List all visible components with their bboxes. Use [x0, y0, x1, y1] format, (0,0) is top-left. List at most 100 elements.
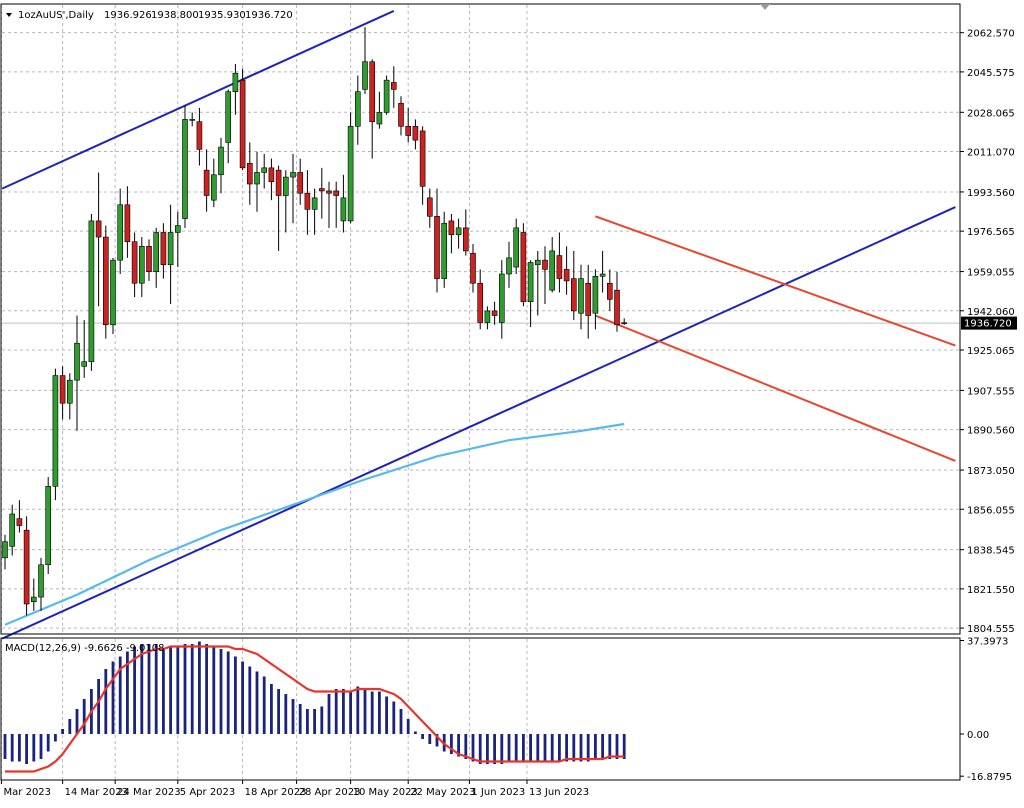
macd-bar: [190, 644, 194, 734]
ohlc-close: 1936.720: [245, 10, 293, 21]
candle-body-bear: [333, 190, 340, 196]
date-label: 2 Mar 2023: [0, 787, 51, 798]
candle-body-bull: [232, 72, 239, 92]
macd-bar: [39, 734, 43, 759]
candle-body-bear: [477, 282, 484, 323]
macd-bar: [493, 734, 496, 764]
ohlc-open: 1936.926: [104, 10, 152, 21]
candle-body-bear: [196, 121, 203, 150]
macd-bar: [313, 709, 316, 734]
price-tick-label: 1804.555: [967, 624, 1015, 635]
candle-body-bull: [549, 250, 556, 291]
candle-body-bear: [412, 126, 419, 141]
candle-body-bull: [383, 79, 390, 113]
candle-body-bull: [225, 91, 231, 143]
price-chart[interactable]: 1ozAuUS',Daily 1936.926 1938.800 1935.93…: [0, 0, 1024, 808]
candle: [347, 112, 354, 224]
candle-body-bull: [139, 246, 145, 284]
macd-bar: [298, 704, 302, 734]
candle-body-bull: [592, 276, 599, 314]
candle-body-bear: [146, 246, 152, 272]
macd-bar: [270, 684, 273, 734]
candle-body-bear: [398, 102, 404, 127]
candle-body-bear: [621, 322, 628, 324]
candle-body-bear: [520, 232, 527, 302]
candle-body-bull: [455, 227, 462, 236]
current-price-tag: 1936.720: [961, 316, 1017, 330]
candle-body-bear: [542, 259, 548, 270]
candle-body-bull: [484, 310, 491, 323]
price-tick-label: 1959.055: [967, 268, 1015, 279]
macd-bar: [75, 709, 79, 734]
macd-bar: [219, 649, 223, 734]
macd-bar: [61, 729, 64, 734]
macd-bar: [162, 649, 165, 734]
macd-bar: [46, 734, 50, 752]
candle-body-bear: [268, 167, 275, 182]
macd-bar: [284, 694, 288, 734]
candle-body-bear: [318, 188, 325, 192]
macd-tick-label: -16.8795: [967, 772, 1012, 783]
candle-body-bear: [23, 529, 30, 605]
candle-body-bear: [103, 236, 109, 326]
macd-bar: [399, 709, 403, 734]
price-tick-label: 2062.570: [967, 29, 1015, 40]
candle-body-bear: [131, 241, 138, 284]
macd-bar: [68, 719, 72, 734]
price-tick-label: 1942.060: [967, 307, 1015, 318]
macd-bar: [212, 646, 216, 734]
candle-body-bull: [67, 379, 73, 404]
macd-bar: [10, 734, 14, 762]
price-tick-label: 1976.565: [967, 227, 1015, 238]
date-label: 18 Apr 2023: [245, 787, 307, 798]
candle-body-bull: [376, 112, 383, 125]
candle-body-bear: [563, 269, 570, 282]
candle-body-bull: [9, 513, 15, 547]
price-tick-label: 1890.560: [967, 426, 1015, 437]
macd-bar: [18, 734, 21, 762]
candle-body-bull: [311, 197, 318, 210]
macd-bar: [428, 734, 432, 744]
macd-bar: [594, 734, 597, 759]
ohlc-high: 1938.800: [151, 10, 199, 21]
date-label: 1 Jun 2023: [471, 787, 525, 798]
candle-body-bull: [347, 126, 354, 222]
macd-bar: [205, 644, 208, 734]
current-price-label: 1936.720: [964, 319, 1012, 330]
candle-body-bear: [369, 61, 376, 122]
macd-bar: [565, 734, 568, 762]
candle-body-bull: [254, 172, 260, 185]
macd-bar: [320, 706, 324, 734]
macd-bar: [147, 644, 151, 734]
candle-body-bear: [470, 252, 476, 284]
candle-body-bear: [585, 282, 592, 316]
macd-bar: [277, 689, 280, 734]
candle-body-bull: [513, 227, 520, 268]
candle-body-bear: [95, 220, 102, 238]
price-tick-label: 1821.550: [967, 585, 1015, 596]
candle-body-bull: [599, 273, 606, 277]
price-tick-label: 2028.065: [967, 108, 1015, 119]
macd-bar: [486, 734, 489, 764]
price-tick-label: 1856.055: [967, 505, 1015, 516]
candle-body-bull: [218, 146, 224, 176]
macd-bar: [334, 689, 338, 734]
macd-bar: [97, 679, 100, 734]
macd-bar: [579, 734, 583, 762]
candle-body-bear: [304, 192, 311, 210]
date-label: 28 Apr 2023: [299, 787, 361, 798]
macd-bar: [392, 701, 396, 734]
price-tick-label: 1838.545: [967, 546, 1015, 557]
candle-body-bear: [448, 220, 455, 236]
macd-bar: [82, 699, 86, 734]
candle-body-bull: [506, 257, 512, 275]
candle-body-bull: [74, 342, 80, 381]
candle-body-bull: [578, 278, 584, 314]
candle-body-bear: [59, 375, 66, 404]
candle: [23, 516, 30, 616]
macd-bar: [3, 734, 7, 759]
macd-bar: [536, 734, 540, 762]
symbol-title: 1ozAuUS',Daily: [18, 10, 94, 21]
macd-bar: [262, 676, 266, 734]
candle-body-bear: [419, 130, 426, 187]
